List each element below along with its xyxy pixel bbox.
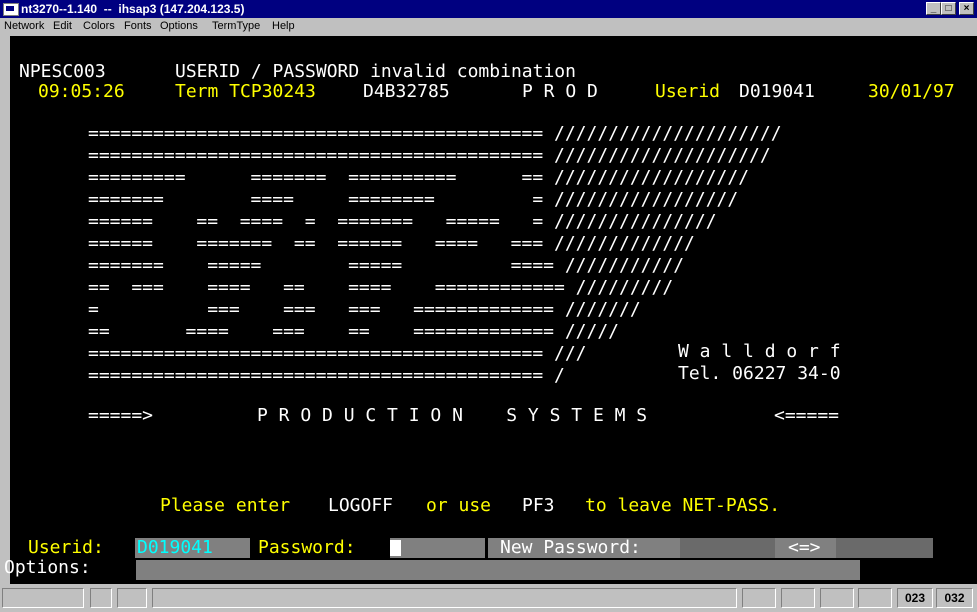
menu-options[interactable]: Options [160,20,198,32]
options-label: Options: [4,557,91,578]
terminal-id: D4B32785 [363,81,450,102]
swap-indicator: <=> [788,537,821,558]
logo-art-line: ========================================… [88,365,565,386]
status-pane [2,588,84,608]
banner-text: P R O D U C T I O N S Y S T E M S [257,405,648,426]
logo-art-line: ====== ======= == ====== ==== === //////… [88,233,695,254]
logo-art-line: ========================================… [88,123,782,144]
terminal-screen[interactable]: NPESC003 USERID / PASSWORD invalid combi… [4,36,977,584]
title-bar: nt3270--1.140 -- ihsap3 (147.204.123.5) … [0,0,977,18]
options-field[interactable] [136,560,860,580]
cursor-row: 023 [897,588,933,608]
status-pane [152,588,737,608]
menu-colors[interactable]: Colors [83,20,115,32]
new-password-field[interactable] [680,538,775,558]
status-pane [90,588,112,608]
window-title: nt3270--1.140 -- ihsap3 (147.204.123.5) [21,2,245,16]
error-message: USERID / PASSWORD invalid combination [175,61,576,82]
userid-label: Userid: [28,537,104,558]
logo-art-line: = === === === ============= /////// [88,299,641,320]
userid-header-value: D019041 [739,81,815,102]
logo-art-line: ========================================… [88,145,771,166]
menu-edit[interactable]: Edit [53,20,72,32]
status-pane [742,588,776,608]
menu-bar: Network Edit Colors Fonts Options TermTy… [0,18,977,35]
phone-text: Tel. 06227 34-0 [678,363,841,384]
instruction-text-2: or use [426,495,492,516]
logo-art-line: == ==== === == ============= ///// [88,321,620,342]
menu-help[interactable]: Help [272,20,295,32]
status-pane [820,588,854,608]
instruction-text-3: to leave NET-PASS. [585,495,781,516]
password-label: Password: [258,537,356,558]
close-button[interactable]: × [959,2,974,15]
cursor-column: 032 [936,588,973,608]
logo-art-line: ======= ==== ======== = ////////////////… [88,189,739,210]
userid-field-value: D019041 [137,537,213,558]
status-bar: 023 032 [0,585,977,612]
instruction-text-1: Please enter [160,495,291,516]
status-pane [117,588,147,608]
maximize-button[interactable]: □ [941,2,956,15]
status-pane [858,588,892,608]
menu-fonts[interactable]: Fonts [124,20,152,32]
logo-art-line: ======= ===== ===== ==== /////////// [88,255,685,276]
confirm-password-field[interactable] [836,538,933,558]
new-password-label: New Password: [500,537,641,558]
logo-art-line: ====== == ==== = ======= ===== = ///////… [88,211,717,232]
clock: 09:05:26 [38,81,125,102]
text-cursor [390,540,401,556]
date: 30/01/97 [868,81,955,102]
logo-art-line: ========= ======= ========== == ////////… [88,167,750,188]
menu-network[interactable]: Network [4,20,44,32]
logo-art-line: == === ==== == ==== ============ ///////… [88,277,674,298]
status-pane [781,588,815,608]
terminal-label: Term TCP30243 [175,81,316,102]
menu-termtype[interactable]: TermType [212,20,260,32]
banner-arrow-right: <===== [774,405,840,426]
password-field[interactable] [390,538,485,558]
minimize-button[interactable]: _ [926,2,941,15]
program-id: NPESC003 [19,61,106,82]
banner-arrow-left: =====> [88,405,154,426]
location-text: W a l l d o r f [678,341,841,362]
instruction-pf3: PF3 [522,495,555,516]
terminal-icon[interactable] [3,3,19,16]
instruction-logoff: LOGOFF [328,495,394,516]
logo-art-line: ========================================… [88,343,587,364]
userid-header-label: Userid [655,81,721,102]
environment: P R O D [522,81,598,102]
